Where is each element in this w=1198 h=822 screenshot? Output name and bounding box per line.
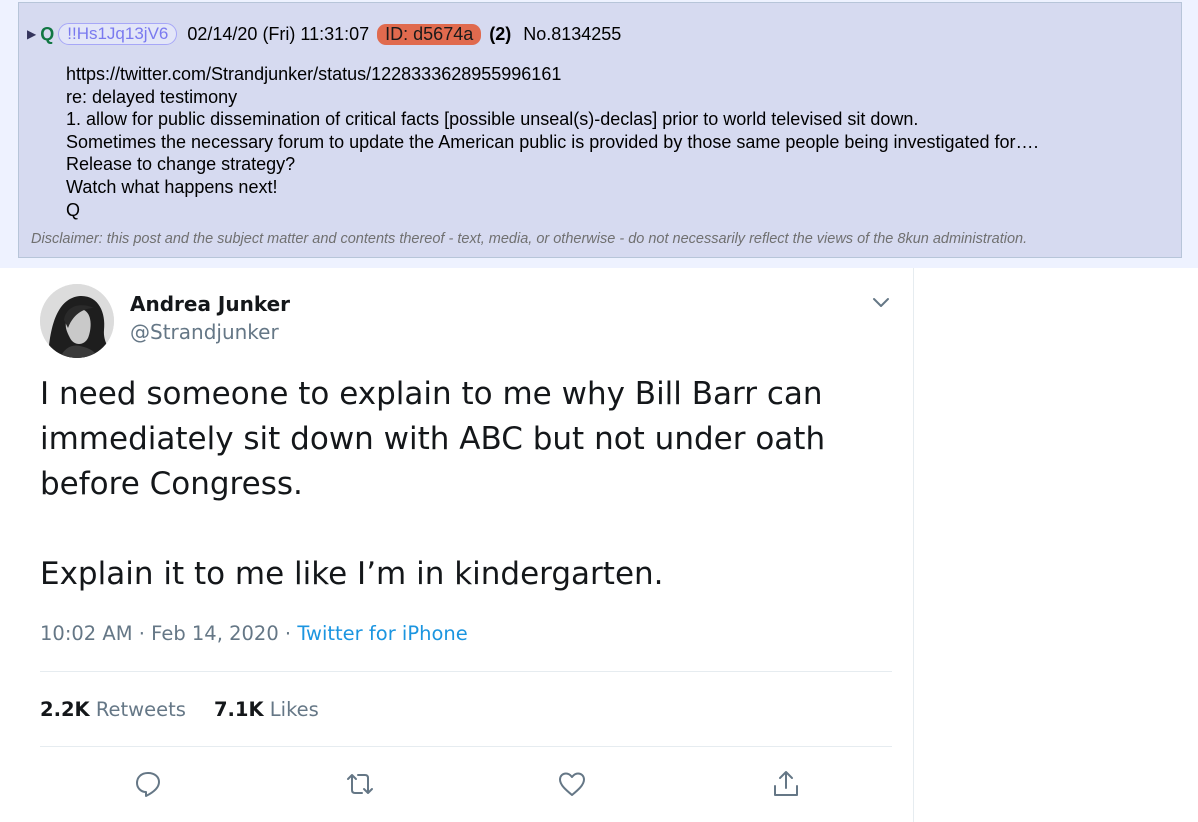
retweets-label: Retweets	[95, 698, 186, 721]
tweet-meta: 10:02 AM · Feb 14, 2020 · Twitter for iP…	[40, 622, 468, 645]
avatar-image	[40, 284, 114, 358]
divider	[40, 671, 892, 672]
post-header: ▶ Q !!Hs1Jq13jV6 02/14/20 (Fri) 11:31:07…	[27, 21, 621, 47]
poster-post-count: (2)	[489, 23, 512, 44]
reply-icon[interactable]	[132, 768, 164, 800]
tweet-time[interactable]: 10:02 AM	[40, 622, 133, 645]
post-line: 1. allow for public dissemination of cri…	[66, 109, 919, 130]
likes-stat[interactable]: 7.1K Likes	[214, 698, 319, 721]
post-line: Watch what happens next!	[66, 176, 278, 197]
post-line: re: delayed testimony	[66, 86, 238, 107]
poster-id-badge[interactable]: ID: d5674a	[377, 23, 482, 45]
post-line: Release to change strategy?	[66, 154, 296, 175]
likes-label: Likes	[269, 698, 319, 721]
tweet-line: immediately sit down with ABC but not un…	[40, 421, 826, 457]
retweets-count: 2.2K	[40, 698, 90, 721]
chevron-down-icon[interactable]	[870, 292, 892, 312]
share-icon[interactable]	[770, 768, 802, 800]
tweet-line: I need someone to explain to me why Bill…	[40, 376, 823, 412]
tweet-source-link[interactable]: Twitter for iPhone	[297, 622, 467, 645]
tweet-line: before Congress.	[40, 466, 303, 502]
post-number-link[interactable]: No.8134255	[523, 24, 621, 45]
tripcode: !!Hs1Jq13jV6	[58, 23, 178, 45]
meta-separator: ·	[132, 622, 152, 645]
user-handle[interactable]: @Strandjunker	[130, 320, 279, 344]
retweets-stat[interactable]: 2.2K Retweets	[40, 698, 186, 721]
meta-separator: ·	[278, 622, 298, 645]
display-name[interactable]: Andrea Junker	[130, 292, 290, 316]
likes-count: 7.1K	[213, 698, 264, 721]
embedded-tweet: Andrea Junker @Strandjunker I need someo…	[0, 268, 914, 822]
tweet-text: I need someone to explain to me why Bill…	[40, 372, 900, 597]
retweet-icon[interactable]	[344, 768, 376, 800]
imageboard-post: ▶ Q !!Hs1Jq13jV6 02/14/20 (Fri) 11:31:07…	[18, 2, 1182, 258]
post-link[interactable]: https://twitter.com/Strandjunker/status/…	[66, 63, 1039, 86]
tweet-paragraph: Explain it to me like I’m in kindergarte…	[40, 556, 664, 592]
tweet-date[interactable]: Feb 14, 2020	[151, 622, 279, 645]
divider	[40, 746, 892, 747]
post-body: https://twitter.com/Strandjunker/status/…	[66, 63, 1039, 221]
avatar[interactable]	[40, 284, 114, 358]
post-disclaimer: Disclaimer: this post and the subject ma…	[31, 231, 1028, 247]
post-arrow-icon[interactable]: ▶	[27, 27, 36, 41]
post-date: 02/14/20 (Fri) 11:31:07	[187, 23, 370, 44]
poster-name: Q	[40, 23, 55, 44]
tweet-stats: 2.2K Retweets 7.1K Likes	[40, 698, 319, 721]
post-line: Sometimes the necessary forum to update …	[66, 131, 1039, 152]
post-signature: Q	[66, 199, 81, 220]
tweet-paragraph: I need someone to explain to me why Bill…	[40, 372, 900, 507]
like-icon[interactable]	[556, 768, 588, 800]
